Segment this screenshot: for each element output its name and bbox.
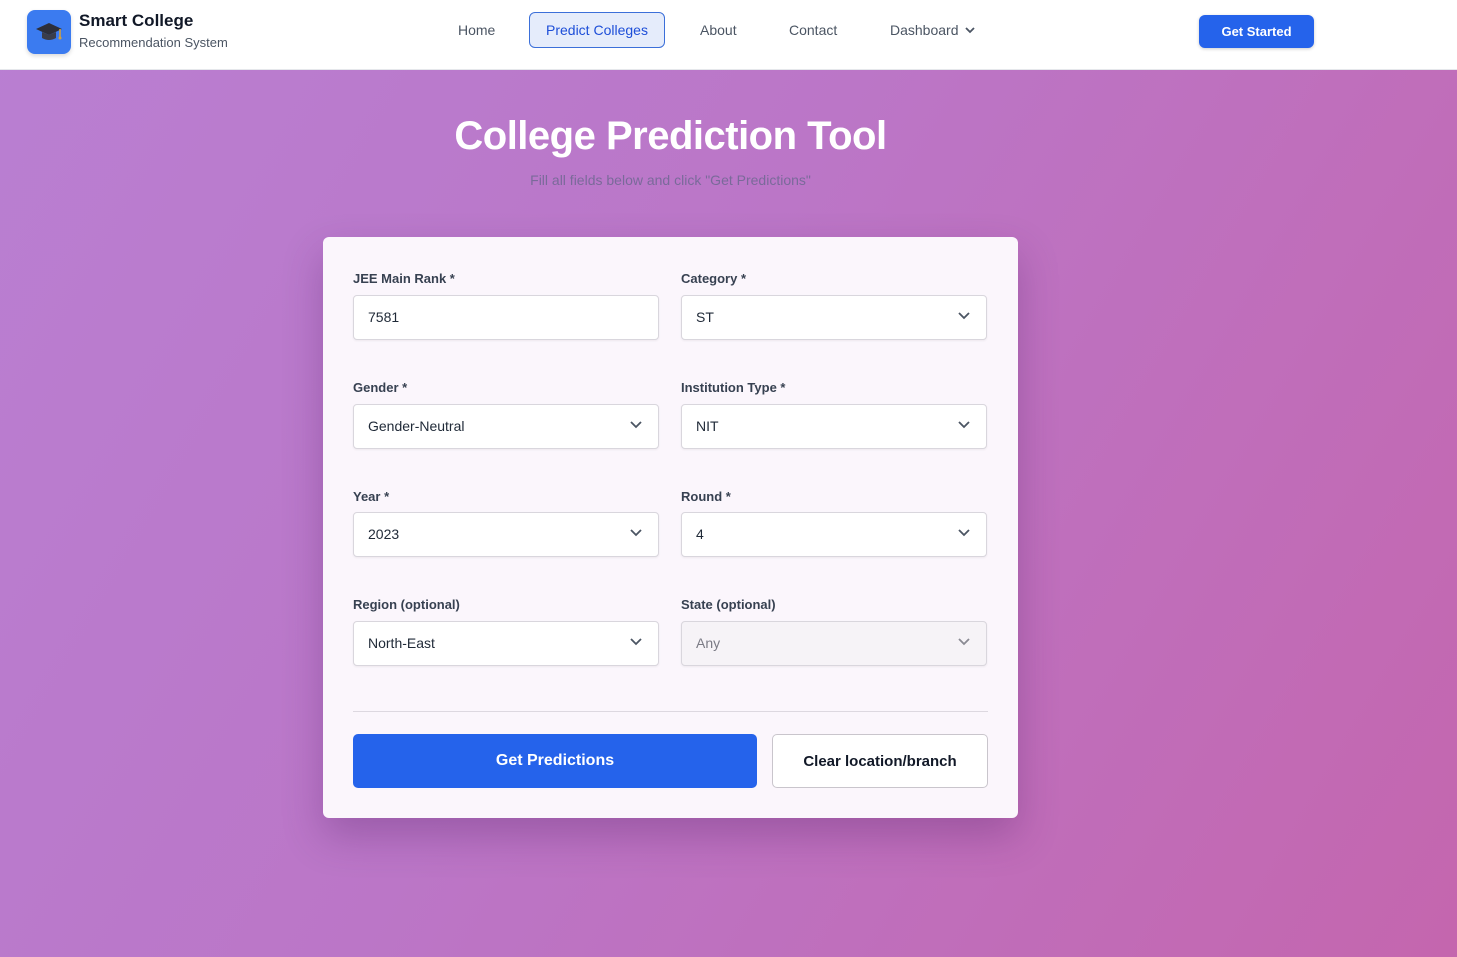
category-select[interactable]: ST: [681, 295, 987, 340]
chevron-down-icon: [958, 529, 970, 537]
state-select[interactable]: Any: [681, 621, 987, 666]
nav-dashboard-label: Dashboard: [890, 22, 959, 38]
chevron-down-icon: [964, 27, 975, 34]
year-value: 2023: [368, 526, 400, 542]
brand-title[interactable]: Smart College: [79, 11, 193, 31]
category-label: Category *: [681, 271, 747, 286]
rank-label: JEE Main Rank *: [353, 271, 455, 286]
region-value: North-East: [368, 635, 435, 651]
get-predictions-button[interactable]: Get Predictions: [353, 734, 757, 788]
category-value: ST: [696, 309, 714, 325]
graduation-cap-icon[interactable]: [27, 10, 71, 54]
chevron-down-icon: [630, 638, 642, 646]
state-value: Any: [696, 635, 721, 651]
year-select[interactable]: 2023: [353, 512, 659, 557]
prediction-form-card: JEE Main Rank * 7581 Category * ST Gende…: [323, 237, 1018, 818]
gender-select[interactable]: Gender-Neutral: [353, 404, 659, 449]
rank-input[interactable]: 7581: [353, 295, 659, 340]
round-value: 4: [696, 526, 704, 542]
chevron-down-icon: [630, 421, 642, 429]
form-divider: [353, 711, 988, 712]
region-select[interactable]: North-East: [353, 621, 659, 666]
gender-value: Gender-Neutral: [368, 418, 465, 434]
page-subtitle: Fill all fields below and click "Get Pre…: [530, 172, 811, 188]
institution-type-select[interactable]: NIT: [681, 404, 987, 449]
get-started-button[interactable]: Get Started: [1199, 15, 1314, 48]
chevron-down-icon: [958, 638, 970, 646]
navbar: Smart College Recommendation System Home…: [0, 0, 1457, 70]
chevron-down-icon: [630, 529, 642, 537]
chevron-down-icon: [958, 312, 970, 320]
institution-type-value: NIT: [696, 418, 719, 434]
nav-contact[interactable]: Contact: [789, 12, 837, 48]
brand-subtitle: Recommendation System: [79, 35, 228, 50]
gender-label: Gender *: [353, 380, 408, 395]
round-select[interactable]: 4: [681, 512, 987, 557]
nav-about[interactable]: About: [700, 12, 737, 48]
nav-predict-colleges[interactable]: Predict Colleges: [529, 12, 665, 48]
clear-location-branch-button[interactable]: Clear location/branch: [772, 734, 988, 788]
nav-home[interactable]: Home: [458, 12, 495, 48]
state-label: State (optional): [681, 597, 776, 612]
region-label: Region (optional): [353, 597, 460, 612]
chevron-down-icon: [958, 421, 970, 429]
round-label: Round *: [681, 489, 731, 504]
nav-dashboard[interactable]: Dashboard: [890, 12, 975, 48]
institution-type-label: Institution Type *: [681, 380, 786, 395]
year-label: Year *: [353, 489, 390, 504]
page-title: College Prediction Tool: [454, 114, 887, 158]
